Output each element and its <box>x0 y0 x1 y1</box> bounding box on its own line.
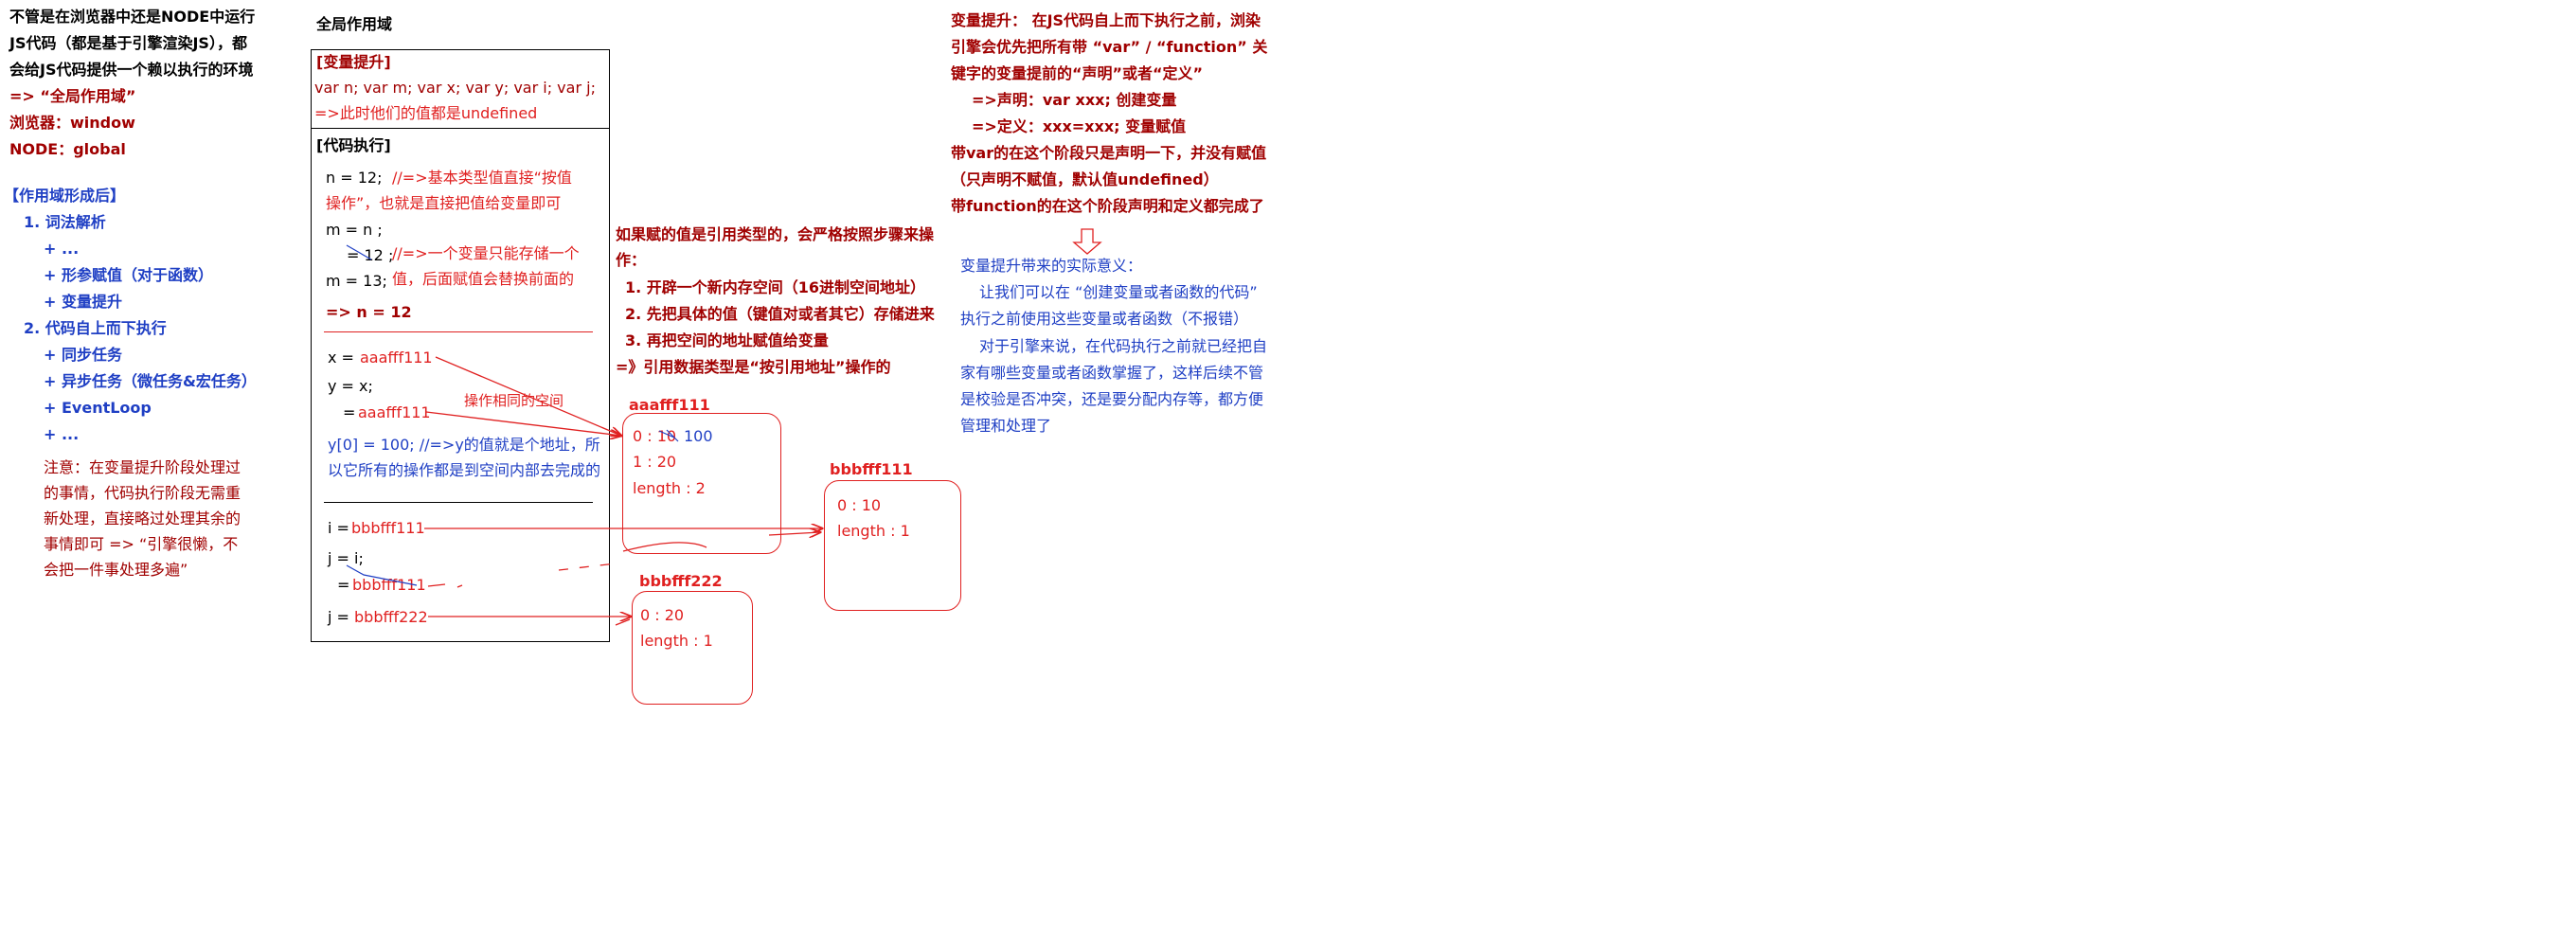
pen-stroke <box>558 563 617 571</box>
pen-stroke <box>346 564 418 586</box>
pen-stroke <box>346 244 372 260</box>
strike-icon <box>658 430 675 438</box>
arrows-layer <box>346 228 1102 626</box>
pen-stroke <box>427 583 463 588</box>
pen-stroke <box>615 618 631 626</box>
down-arrow-icon <box>1072 228 1102 255</box>
pen-stroke <box>666 429 679 442</box>
arrow-j-to-heap-b <box>622 542 707 552</box>
arrow-j-to-heap-b <box>768 532 820 535</box>
